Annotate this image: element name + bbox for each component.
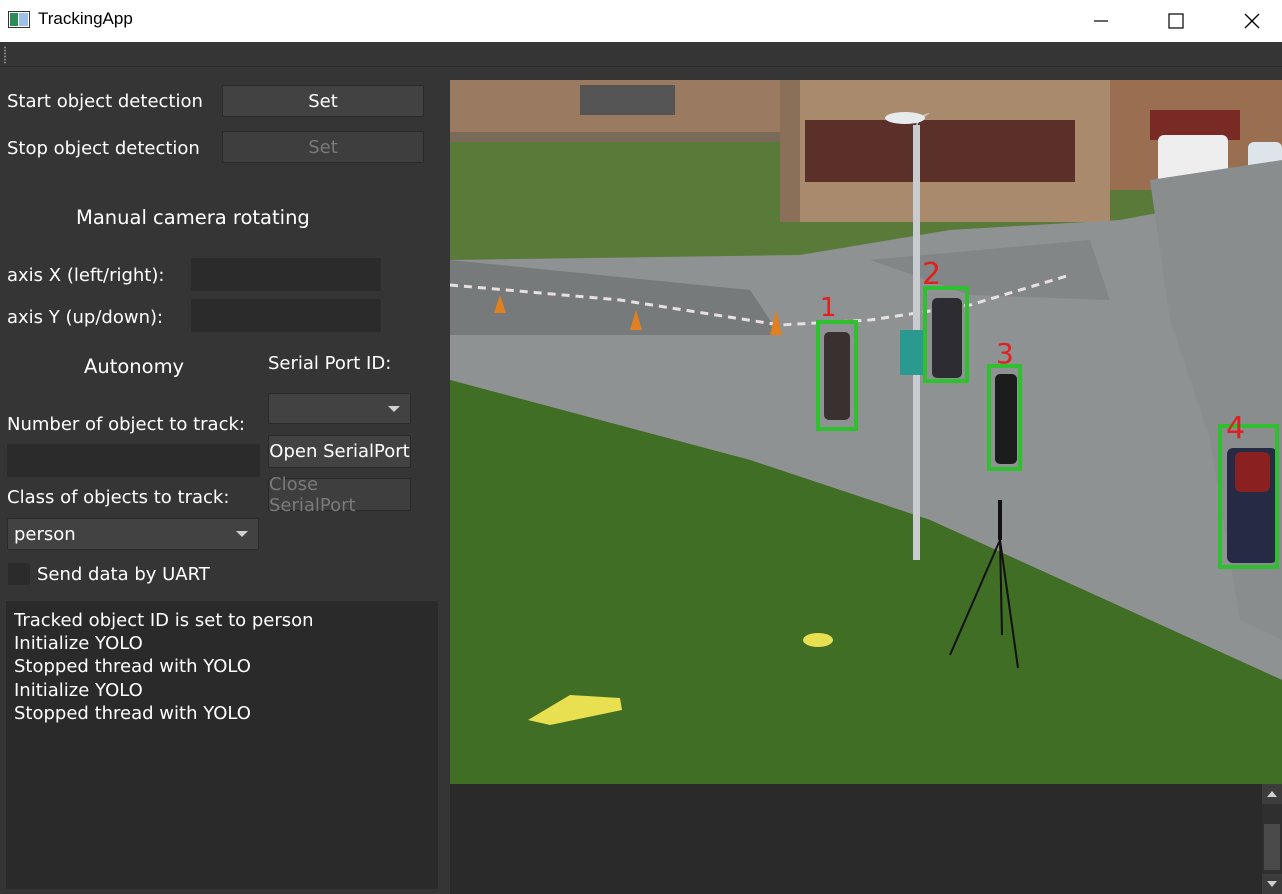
axis-y-label: axis Y (up/down): [7, 307, 164, 328]
log-output[interactable]: Tracked object ID is set to person Initi… [6, 601, 438, 889]
class-to-track-select[interactable]: person [7, 518, 259, 550]
chevron-down-icon [236, 531, 248, 537]
serial-port-heading: Serial Port ID: [268, 353, 392, 374]
log-line: Stopped thread with YOLO [14, 656, 251, 678]
scroll-up-button[interactable] [1262, 784, 1282, 804]
stop-detection-label: Stop object detection [7, 138, 200, 159]
video-frame: 1 2 3 4 [450, 80, 1282, 784]
chevron-down-icon [388, 406, 400, 412]
send-uart-label: Send data by UART [37, 564, 210, 585]
window-title: TrackingApp [38, 9, 133, 28]
log-line: Initialize YOLO [14, 679, 143, 701]
autonomy-heading: Autonomy [84, 355, 185, 378]
chevron-up-icon [1267, 791, 1277, 797]
axis-x-label: axis X (left/right): [7, 265, 165, 286]
class-selected-value: person [14, 524, 76, 545]
track-label-4: 4 [1226, 411, 1245, 446]
app-icon [8, 11, 30, 28]
close-icon [1244, 13, 1260, 29]
camera-scene: 1 2 3 4 [450, 80, 1282, 784]
start-detection-label: Start object detection [7, 91, 203, 112]
serial-port-select[interactable] [268, 393, 411, 424]
send-uart-checkbox[interactable] [8, 563, 30, 585]
close-serialport-button[interactable]: Close SerialPort [268, 474, 411, 516]
chevron-down-icon [1267, 881, 1277, 887]
close-button[interactable] [1229, 0, 1275, 42]
vertical-scrollbar[interactable] [1262, 784, 1282, 894]
scrollbar-thumb[interactable] [1264, 824, 1280, 870]
log-line: Initialize YOLO [14, 633, 143, 655]
axis-x-input[interactable] [191, 258, 381, 291]
log-line: Tracked object ID is set to person [14, 610, 314, 631]
number-to-track-input[interactable] [7, 444, 260, 477]
track-label-3: 3 [996, 337, 1014, 370]
minimize-icon [1094, 20, 1108, 22]
minimize-button[interactable] [1078, 0, 1124, 42]
title-bar: TrackingApp [0, 0, 1282, 42]
video-lower-panel [450, 784, 1262, 894]
maximize-icon [1168, 13, 1184, 29]
class-to-track-label: Class of objects to track: [7, 487, 230, 508]
log-line: Stopped thread with YOLO [14, 702, 251, 724]
scroll-down-button[interactable] [1262, 874, 1282, 894]
start-detection-button[interactable]: Set [222, 85, 424, 117]
toolbar-grip[interactable] [3, 46, 7, 64]
stop-detection-button[interactable]: Set [222, 131, 424, 163]
manual-rotating-heading: Manual camera rotating [76, 206, 310, 229]
maximize-button[interactable] [1153, 0, 1199, 42]
open-serialport-button[interactable]: Open SerialPort [268, 435, 411, 468]
axis-y-input[interactable] [191, 299, 381, 332]
track-label-1: 1 [820, 293, 837, 323]
toolbar [0, 42, 1282, 67]
number-to-track-label: Number of object to track: [7, 414, 245, 435]
track-label-2: 2 [922, 257, 941, 292]
